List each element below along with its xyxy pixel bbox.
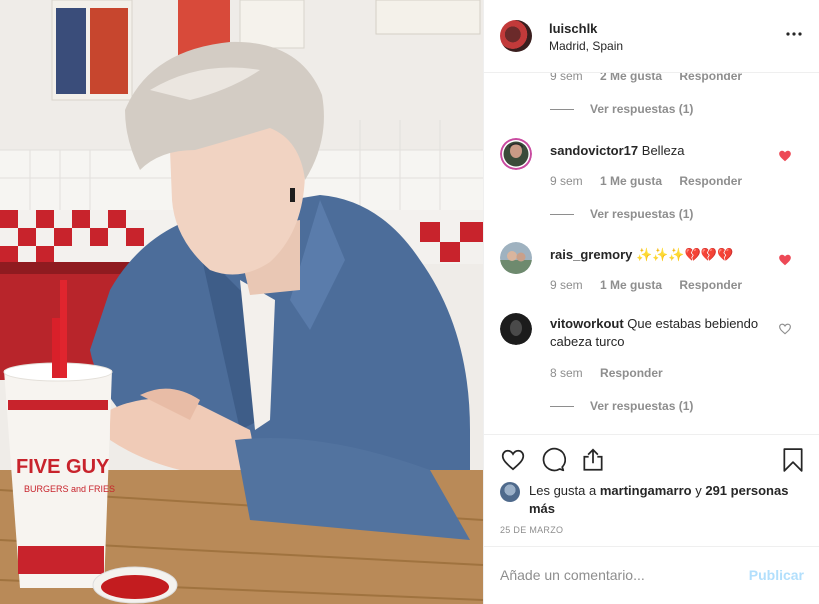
reply-button[interactable]: Responder — [679, 278, 742, 292]
post-header: luischlk Madrid, Spain — [484, 0, 819, 73]
view-replies-label: Ver respuestas (1) — [590, 102, 694, 116]
comment-like-heart-icon[interactable] — [778, 322, 792, 336]
reply-button[interactable]: Responder — [600, 366, 663, 380]
comment-time: 9 sem — [550, 73, 583, 83]
comment-likes-count[interactable]: 2 Me gusta — [600, 73, 662, 83]
comments-list[interactable]: 9 sem 2 Me gusta Responder Ver respuesta… — [484, 73, 819, 434]
share-icon[interactable] — [580, 447, 606, 473]
reply-button[interactable]: Responder — [679, 73, 742, 83]
commenter-username[interactable]: vitoworkout — [550, 316, 624, 331]
bookmark-icon[interactable] — [780, 447, 806, 473]
post-date[interactable]: 25 DE MARZO — [500, 525, 563, 535]
likes-prefix: Les gusta a — [529, 483, 597, 498]
comment-likes-count[interactable]: 1 Me gusta — [600, 278, 662, 292]
reply-button[interactable]: Responder — [679, 174, 742, 188]
post-location[interactable]: Madrid, Spain — [549, 39, 623, 53]
add-comment-bar: Publicar — [484, 546, 819, 604]
comment-text: vitoworkout Que estabas bebiendo cabeza … — [550, 315, 772, 351]
commenter-username[interactable]: sandovictor17 — [550, 143, 638, 158]
view-replies-link[interactable]: Ver respuestas (1) — [550, 102, 693, 116]
post-photo-image: FIVE GUY BURGERS and FRIES — [0, 0, 483, 604]
comment-meta: 9 sem 2 Me gusta Responder — [550, 73, 756, 83]
cup-brand-text: FIVE GUY — [16, 456, 110, 478]
likes-text[interactable]: Les gusta a martingamarro y 291 personas… — [529, 482, 789, 518]
cup-subtext: BURGERS and FRIES — [24, 484, 115, 494]
comment-time: 9 sem — [550, 278, 583, 292]
commenter-avatar[interactable] — [500, 313, 532, 345]
likes-user[interactable]: martingamarro — [600, 483, 692, 498]
view-replies-label: Ver respuestas (1) — [590, 399, 694, 413]
comment-meta: 9 sem 1 Me gusta Responder — [550, 278, 756, 292]
likes-conjunction: y — [695, 483, 702, 498]
view-replies-link[interactable]: Ver respuestas (1) — [550, 399, 693, 413]
author-username[interactable]: luischlk — [549, 21, 597, 36]
commenter-avatar[interactable] — [500, 242, 532, 274]
more-options-icon[interactable] — [784, 24, 804, 44]
comment-time: 9 sem — [550, 174, 583, 188]
comment-meta: 8 sem Responder — [550, 366, 677, 380]
publish-button[interactable]: Publicar — [749, 567, 804, 583]
author-avatar[interactable] — [500, 20, 532, 52]
heart-icon[interactable] — [500, 447, 526, 473]
liker-avatar[interactable] — [500, 482, 520, 502]
replies-divider-line — [550, 109, 574, 111]
post-side-panel: luischlk Madrid, Spain 9 sem 2 Me gusta … — [483, 0, 819, 604]
comment-body: Belleza — [641, 143, 685, 158]
replies-divider-line — [550, 214, 574, 216]
comment-likes-count[interactable]: 1 Me gusta — [600, 174, 662, 188]
view-replies-link[interactable]: Ver respuestas (1) — [550, 207, 693, 221]
comment-icon[interactable] — [540, 447, 567, 473]
comment-like-heart-icon[interactable] — [778, 253, 792, 267]
post-photo[interactable]: FIVE GUY BURGERS and FRIES — [0, 0, 483, 604]
commenter-avatar[interactable] — [500, 138, 532, 170]
comment-text: rais_gremory ✨✨✨💔💔💔 — [550, 246, 772, 264]
post-actions: Les gusta a martingamarro y 291 personas… — [484, 434, 819, 546]
comment-time: 8 sem — [550, 366, 583, 380]
commenter-username[interactable]: rais_gremory — [550, 247, 632, 262]
view-replies-label: Ver respuestas (1) — [590, 207, 694, 221]
replies-divider-line — [550, 406, 574, 408]
comment-body: ✨✨✨💔💔💔 — [636, 247, 734, 262]
comment-input[interactable] — [500, 565, 730, 585]
comment-meta: 9 sem 1 Me gusta Responder — [550, 174, 756, 188]
comment-like-heart-icon[interactable] — [778, 149, 792, 163]
comment-text: sandovictor17 Belleza — [550, 142, 772, 160]
